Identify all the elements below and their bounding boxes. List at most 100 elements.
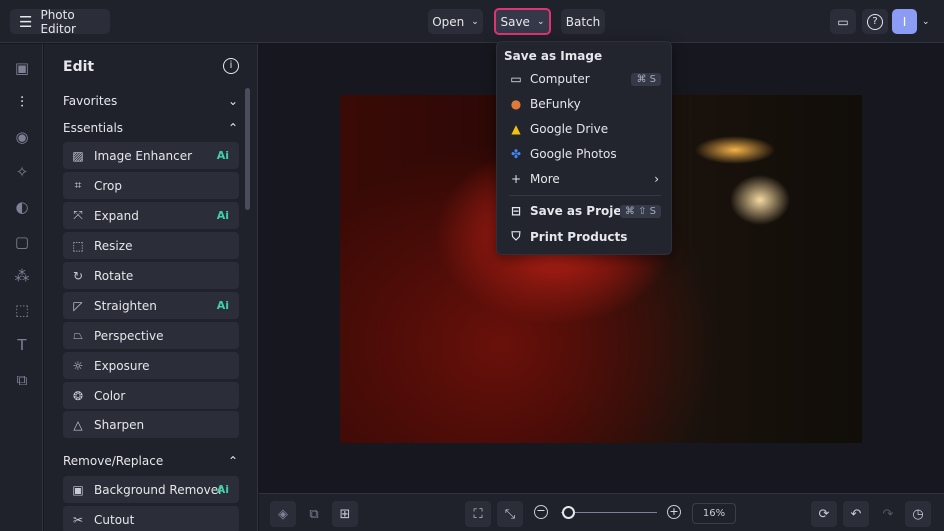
plus-icon: + bbox=[510, 172, 522, 186]
color-wheel-icon: ❂ bbox=[72, 388, 84, 403]
eye-icon[interactable]: ◉ bbox=[12, 127, 32, 147]
text-icon[interactable]: T bbox=[12, 335, 32, 355]
menu-item-label: Google Drive bbox=[530, 122, 609, 136]
menu-item-label: BeFunky bbox=[530, 97, 581, 111]
fit-screen-button[interactable]: ⛶ bbox=[465, 501, 491, 527]
tool-label: Resize bbox=[94, 238, 133, 253]
adjust-sliders-icon[interactable]: ⫶ bbox=[12, 92, 32, 112]
menu-item-befunky[interactable]: ● BeFunky bbox=[509, 97, 661, 111]
compare-button[interactable]: ⧉ bbox=[301, 501, 327, 527]
reset-button[interactable]: ⟳ bbox=[811, 501, 837, 527]
section-essentials[interactable]: Essentials ⌃ bbox=[63, 121, 238, 135]
tool-label: Cutout bbox=[94, 512, 135, 527]
tool-perspective[interactable]: ⏢ Perspective bbox=[63, 322, 239, 349]
avatar: I bbox=[892, 9, 917, 34]
open-button[interactable]: Open ⌄ bbox=[428, 9, 483, 34]
tool-label: Color bbox=[94, 388, 126, 403]
menu-item-save-project[interactable]: ⊟ Save as Project ⌘ ⇧ S bbox=[509, 204, 661, 218]
layers-button[interactable]: ◈ bbox=[270, 501, 296, 527]
tool-label: Background Remover bbox=[94, 482, 224, 497]
tool-label: Exposure bbox=[94, 358, 150, 373]
tool-rotate[interactable]: ↻ Rotate bbox=[63, 262, 239, 289]
tool-label: Image Enhancer bbox=[94, 148, 193, 163]
tool-straighten[interactable]: ◸ Straighten Ai bbox=[63, 292, 239, 319]
perspective-icon: ⏢ bbox=[73, 328, 83, 342]
shapes-icon[interactable]: ⁂ bbox=[12, 266, 32, 286]
redo-button[interactable]: ↷ bbox=[875, 501, 901, 527]
tool-cutout[interactable]: ✂ Cutout bbox=[63, 506, 239, 531]
tshirt-icon: ⛉ bbox=[511, 229, 521, 243]
save-button[interactable]: Save ⌄ bbox=[494, 8, 551, 35]
image-icon[interactable]: ▣ bbox=[12, 58, 32, 78]
monitor-icon: ▭ bbox=[510, 72, 522, 86]
menu-item-more[interactable]: + More › bbox=[509, 172, 661, 186]
section-label: Essentials bbox=[63, 121, 124, 135]
chevron-right-icon: › bbox=[654, 172, 659, 186]
tool-sharpen[interactable]: △ Sharpen bbox=[63, 411, 239, 438]
frame-icon[interactable]: ▢ bbox=[12, 232, 32, 252]
section-favorites[interactable]: Favorites ⌄ bbox=[63, 94, 238, 108]
tool-expand[interactable]: ⤧ Expand Ai bbox=[63, 202, 239, 229]
menu-item-print-products[interactable]: ⛉ Print Products bbox=[509, 229, 661, 244]
panel-title: Edit bbox=[63, 59, 95, 75]
image-icon: ▣ bbox=[72, 482, 84, 497]
help-button[interactable]: ? bbox=[862, 9, 888, 34]
zoom-out-icon[interactable]: − bbox=[534, 505, 548, 519]
tool-background-remover[interactable]: ▣ Background Remover Ai bbox=[63, 476, 239, 503]
chevron-down-icon: ⌄ bbox=[471, 16, 479, 27]
history-button[interactable]: ◷ bbox=[905, 501, 931, 527]
image-enhance-icon: ▨ bbox=[72, 148, 84, 163]
menu-item-label: Computer bbox=[530, 72, 590, 86]
tool-color[interactable]: ❂ Color bbox=[63, 382, 239, 409]
tool-label: Expand bbox=[94, 208, 139, 223]
shortcut-badge: ⌘ ⇧ S bbox=[619, 204, 661, 218]
ai-badge: Ai bbox=[216, 299, 229, 312]
zoom-slider-handle[interactable] bbox=[561, 506, 575, 519]
menu-item-label: Google Photos bbox=[530, 147, 617, 161]
collage-icon[interactable]: ⧉ bbox=[12, 370, 32, 390]
menu-item-label: Print Products bbox=[530, 229, 628, 244]
bottom-toolbar: ◈ ⧉ ⊞ ⛶ ⤡ − + 16% ⟳ ↶ ↷ ◷ bbox=[259, 493, 944, 531]
hamburger-icon: ☰ bbox=[19, 12, 33, 31]
menu-button[interactable]: ☰ Photo Editor bbox=[10, 8, 110, 36]
zoom-level[interactable]: 16% bbox=[692, 503, 736, 524]
ai-badge: Ai bbox=[216, 149, 229, 162]
menu-heading: Save as Image bbox=[504, 49, 603, 63]
grid-button[interactable]: ⊞ bbox=[332, 501, 358, 527]
scissors-icon: ✂ bbox=[72, 512, 84, 527]
tool-rail: ▣ ⫶ ◉ ✧ ◐ ▢ ⁂ ⬚ T ⧉ bbox=[0, 44, 43, 531]
palette-icon[interactable]: ◐ bbox=[12, 197, 32, 217]
tool-exposure[interactable]: ☼ Exposure bbox=[63, 352, 239, 379]
menu-item-computer[interactable]: ▭ Computer ⌘ S bbox=[509, 72, 661, 86]
batch-button[interactable]: Batch bbox=[561, 9, 605, 34]
google-photos-icon: ✤ bbox=[510, 147, 522, 161]
sun-icon: ☼ bbox=[72, 358, 84, 373]
chevron-up-icon: ⌃ bbox=[227, 454, 238, 468]
section-label: Favorites bbox=[63, 94, 118, 108]
actual-size-button[interactable]: ⤡ bbox=[497, 501, 523, 527]
menu-item-google-photos[interactable]: ✤ Google Photos bbox=[509, 147, 661, 161]
straighten-icon: ◸ bbox=[73, 298, 83, 313]
rotate-icon: ↻ bbox=[72, 268, 84, 283]
chevron-up-icon: ⌃ bbox=[227, 121, 238, 135]
section-remove-replace[interactable]: Remove/Replace ⌃ bbox=[63, 454, 238, 468]
tool-image-enhancer[interactable]: ▨ Image Enhancer Ai bbox=[63, 142, 239, 169]
chevron-down-icon: ⌄ bbox=[536, 16, 545, 27]
account-button[interactable]: I ⌄ bbox=[892, 9, 934, 34]
shortcut-badge: ⌘ S bbox=[631, 72, 661, 86]
resize-icon: ⬚ bbox=[72, 238, 84, 253]
undo-button[interactable]: ↶ bbox=[843, 501, 869, 527]
texture-icon[interactable]: ⬚ bbox=[12, 300, 32, 320]
zoom-slider[interactable] bbox=[561, 512, 657, 513]
expand-icon: ⤧ bbox=[73, 208, 83, 222]
panel-scrollbar[interactable] bbox=[245, 88, 250, 210]
sparkles-icon[interactable]: ✧ bbox=[12, 162, 32, 182]
info-icon[interactable]: i bbox=[223, 58, 239, 74]
save-dropdown-menu: Save as Image ▭ Computer ⌘ S ● BeFunky ▲ Goo… bbox=[496, 41, 672, 255]
feedback-button[interactable]: ▭ bbox=[830, 9, 856, 34]
menu-item-google-drive[interactable]: ▲ Google Drive bbox=[509, 122, 661, 136]
chat-icon: ▭ bbox=[837, 14, 849, 29]
zoom-in-icon[interactable]: + bbox=[667, 505, 681, 519]
tool-crop[interactable]: ⌗ Crop bbox=[63, 172, 239, 199]
tool-resize[interactable]: ⬚ Resize bbox=[63, 232, 239, 259]
